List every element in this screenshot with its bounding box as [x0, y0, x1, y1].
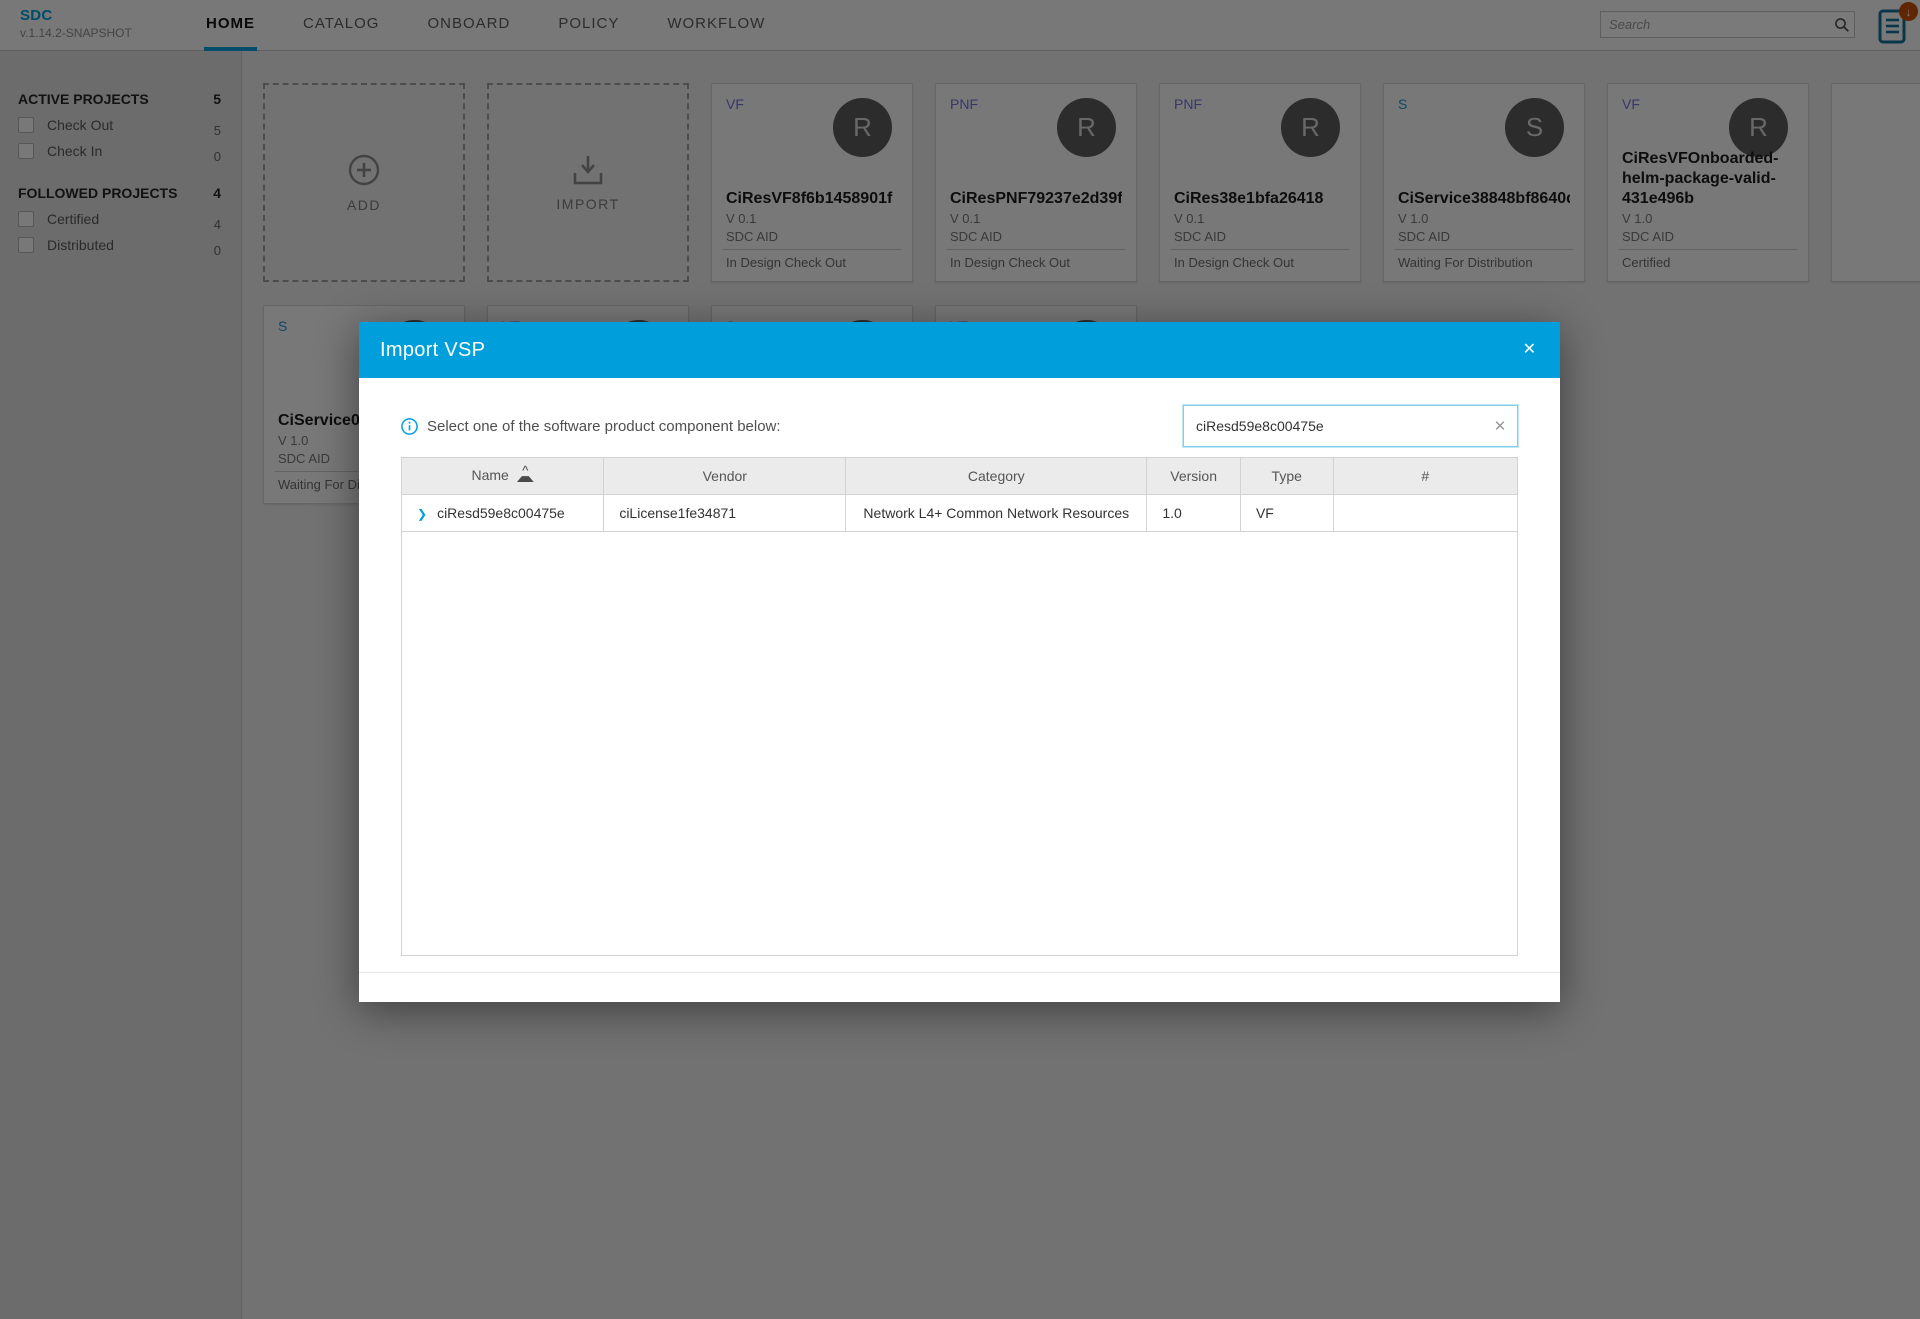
column-label: Category — [967, 467, 1025, 484]
modal-title: Import VSP — [380, 338, 486, 361]
column-header[interactable]: Vendor^ — [603, 458, 847, 495]
column-label: Name — [471, 467, 509, 484]
modal-toprow: Select one of the software product compo… — [401, 404, 1519, 448]
column-label: Type — [1271, 467, 1302, 484]
table-header-row: Name ^ Vendor^ Category^ — [402, 458, 1517, 495]
table-body: ❯ ciResd59e8c00475e ciLicense1fe34871 Net… — [402, 494, 1517, 532]
column-header[interactable]: Version^ — [1146, 458, 1241, 495]
vsp-search: ✕ — [1182, 404, 1519, 448]
sort-ascending-icon: ^ — [516, 464, 534, 483]
clear-icon[interactable]: ✕ — [1483, 417, 1517, 435]
column-header[interactable]: Type^ — [1240, 458, 1334, 495]
cell-category: Network L4+ Common Network Resources — [845, 494, 1148, 532]
cell-extra — [1333, 494, 1517, 532]
close-icon[interactable]: ✕ — [1523, 342, 1536, 358]
column-label: Version — [1170, 467, 1217, 484]
modal-body: Select one of the software product compo… — [359, 378, 1560, 972]
column-header[interactable]: Name ^ — [402, 458, 605, 495]
column-label: Vendor — [702, 467, 747, 484]
table-row[interactable]: ❯ ciResd59e8c00475e ciLicense1fe34871 Net… — [402, 494, 1517, 532]
modal-footer — [359, 972, 1560, 1002]
column-label: # — [1421, 467, 1430, 484]
chevron-right-icon[interactable]: ❯ — [417, 507, 427, 521]
info-icon — [401, 417, 418, 435]
instruction-text: Select one of the software product compo… — [427, 417, 781, 435]
modal-header: Import VSP ✕ — [359, 322, 1560, 378]
vsp-table: Name ^ Vendor^ Category^ — [401, 457, 1518, 956]
cell-version: 1.0 — [1146, 494, 1241, 532]
vsp-search-input[interactable] — [1184, 418, 1483, 434]
cell-type: VF — [1240, 494, 1334, 532]
cell-vendor: ciLicense1fe34871 — [603, 494, 847, 532]
column-header[interactable]: #^ — [1333, 458, 1517, 495]
cell-name: ciResd59e8c00475e — [437, 504, 565, 521]
column-header[interactable]: Category^ — [845, 458, 1148, 495]
instruction: Select one of the software product compo… — [401, 418, 781, 435]
import-vsp-modal: Import VSP ✕ Select one of the software … — [359, 322, 1560, 1002]
